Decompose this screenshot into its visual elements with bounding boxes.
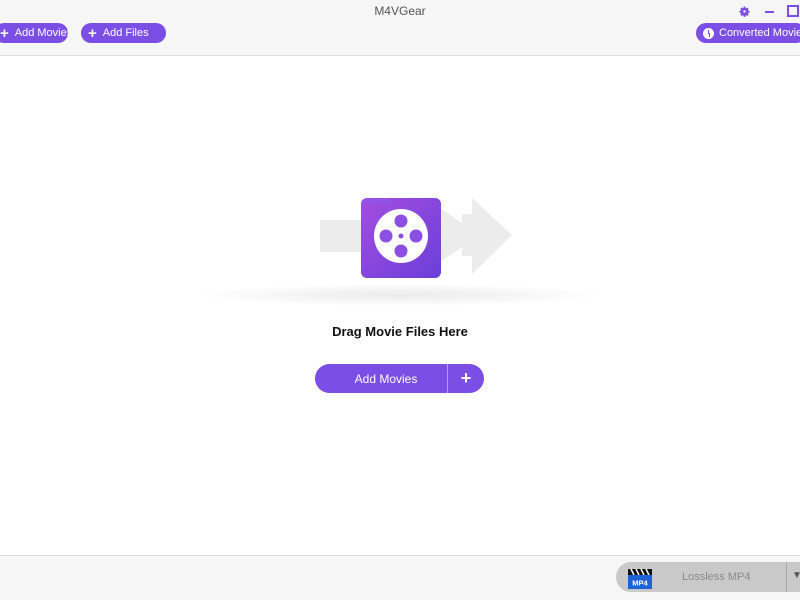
output-format-select[interactable]: MP4 Lossless MP4 ▼ (616, 562, 800, 592)
clock-icon (703, 27, 714, 39)
maximize-icon[interactable] (786, 4, 800, 18)
add-movies-toolbar-label: Add Movies (14, 27, 73, 39)
film-reel-icon (374, 209, 428, 263)
app-title: M4VGear (374, 4, 426, 18)
dropdown-divider (786, 562, 787, 592)
converted-movies-label: Converted Movies (719, 27, 800, 39)
add-movies-main-button[interactable]: Add Movies + (315, 364, 484, 393)
title-toolbar: M4VGear + Add Movies + Add Files Convert… (0, 0, 800, 56)
add-files-button[interactable]: + Add Files (81, 23, 166, 43)
add-movies-toolbar-button[interactable]: + Add Movies (0, 23, 72, 43)
drop-illustration (320, 198, 512, 278)
output-format-label: Lossless MP4 (682, 571, 751, 583)
add-movies-main-label[interactable]: Add Movies (315, 364, 447, 393)
minimize-icon[interactable] (762, 4, 776, 18)
mp4-badge-text: MP4 (632, 579, 648, 588)
converted-movies-button[interactable]: Converted Movies (696, 23, 800, 43)
plus-icon: + (88, 24, 97, 42)
plus-icon[interactable]: + (448, 364, 484, 393)
add-files-label: Add Files (102, 27, 149, 39)
plus-icon: + (0, 24, 9, 42)
mp4-format-icon: MP4 (628, 568, 652, 589)
gear-icon[interactable] (737, 4, 751, 18)
drop-hint-text: Drag Movie Files Here (332, 324, 468, 339)
chevron-down-icon[interactable]: ▼ (792, 570, 800, 581)
